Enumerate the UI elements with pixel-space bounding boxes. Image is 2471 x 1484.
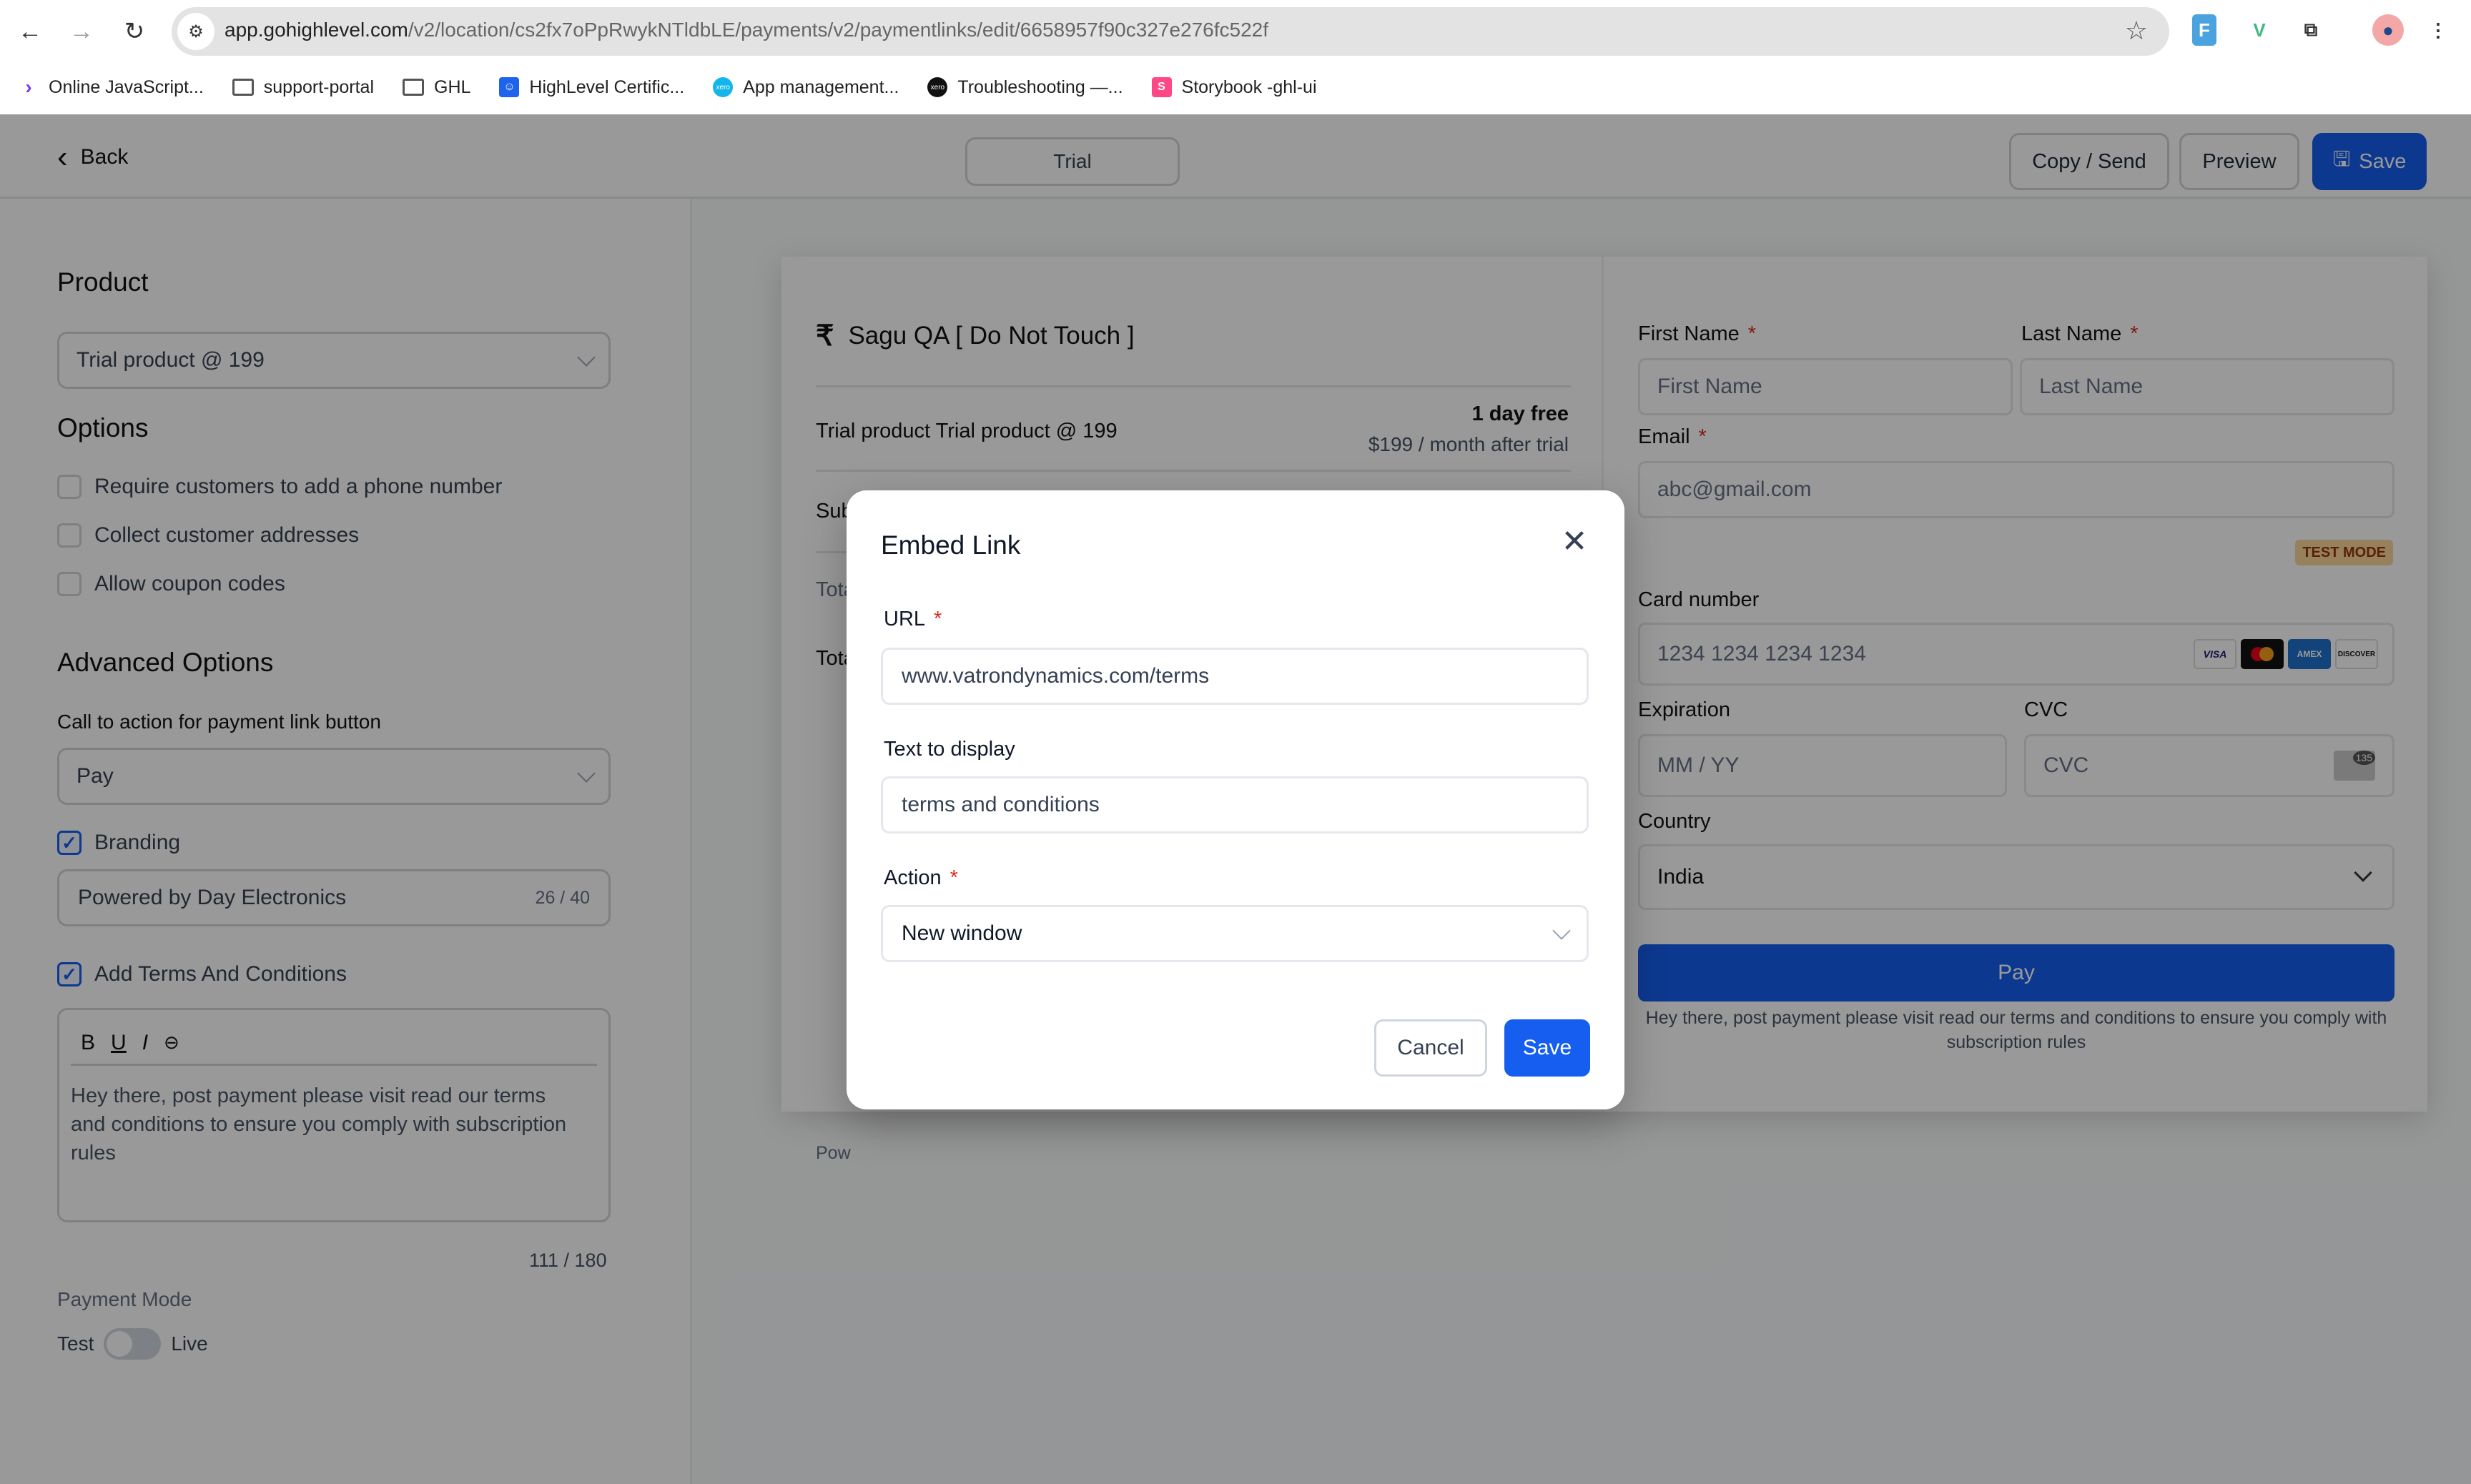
- close-icon[interactable]: ✕: [1559, 526, 1590, 558]
- text-to-display-label: Text to display: [884, 738, 1015, 761]
- bookmark-storybook[interactable]: S Storybook -ghl-ui: [1151, 77, 1317, 98]
- browser-chrome: ← → ↻ ⚙ app.gohighlevel.com/v2/location/…: [0, 0, 2471, 114]
- folder-icon: [403, 79, 425, 96]
- url-label: URL *: [884, 608, 942, 630]
- bookmark-online-javascript[interactable]: › Online JavaScript...: [19, 76, 203, 98]
- highlevel-icon: ☺: [499, 77, 520, 97]
- modal-save-button[interactable]: Save: [1504, 1019, 1590, 1077]
- extensions-puzzle-icon[interactable]: ⧉: [2297, 14, 2325, 46]
- bookmark-troubleshooting[interactable]: xero Troubleshooting —...: [927, 77, 1123, 98]
- url-input[interactable]: www.vatrondynamics.com/terms: [881, 648, 1589, 705]
- site-info-icon[interactable]: ⚙: [177, 13, 214, 50]
- xero-dark-icon: xero: [927, 77, 948, 97]
- xero-icon: xero: [713, 77, 734, 97]
- text-to-display-input[interactable]: terms and conditions: [881, 776, 1589, 833]
- folder-icon: [232, 79, 254, 96]
- bookmark-star-icon[interactable]: ☆: [2125, 16, 2148, 46]
- bookmark-highlevel-certific[interactable]: ☺ HighLevel Certific...: [499, 77, 684, 98]
- vue-devtools-icon[interactable]: V: [2245, 14, 2274, 46]
- bookmark-ghl[interactable]: GHL: [403, 77, 470, 98]
- action-label: Action *: [884, 866, 958, 889]
- embed-link-modal: Embed Link ✕ URL * www.vatrondynamics.com…: [847, 490, 1624, 1109]
- url-text[interactable]: app.gohighlevel.com/v2/location/cs2fx7oP…: [225, 19, 1268, 41]
- browser-menu-icon[interactable]: ⋮: [2424, 14, 2452, 46]
- bookmark-app-management[interactable]: xero App management...: [713, 77, 899, 98]
- reload-icon[interactable]: ↻: [119, 16, 150, 47]
- modal-title: Embed Link: [881, 530, 1021, 560]
- bookmarks-bar: › Online JavaScript... support-portal GHL…: [0, 69, 2471, 106]
- chevron-down-icon: [1552, 921, 1571, 940]
- playcode-icon: ›: [25, 76, 32, 98]
- action-select[interactable]: New window: [881, 905, 1589, 962]
- extension-fi-icon[interactable]: F: [2192, 14, 2216, 46]
- cancel-button[interactable]: Cancel: [1374, 1019, 1487, 1077]
- back-arrow-icon[interactable]: ←: [14, 16, 46, 47]
- storybook-icon: S: [1151, 77, 1172, 97]
- bookmark-support-portal[interactable]: support-portal: [232, 77, 374, 98]
- address-bar[interactable]: ⚙ app.gohighlevel.com/v2/location/cs2fx7…: [172, 7, 2169, 56]
- profile-avatar[interactable]: ●: [2372, 14, 2404, 46]
- forward-arrow-icon[interactable]: →: [66, 16, 97, 47]
